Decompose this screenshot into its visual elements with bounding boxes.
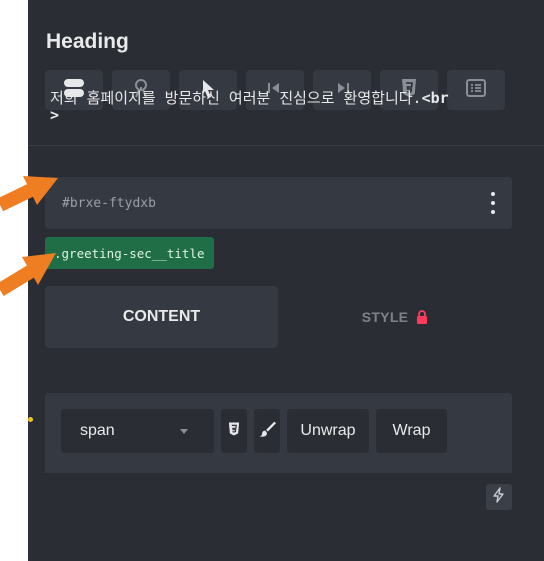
text-body: 저희 홈페이지를 방문하신 여러분 진심으로 환영합니다. xyxy=(50,89,422,107)
element-panel: Heading #brxe-ftydxb .greeting-sec__titl… xyxy=(28,0,544,561)
modified-indicator xyxy=(28,417,33,422)
element-id-field[interactable]: #brxe-ftydxb xyxy=(45,177,512,229)
css-class-tag[interactable]: .greeting-sec__title xyxy=(45,237,214,269)
structure-button[interactable] xyxy=(447,70,505,110)
lightning-icon xyxy=(491,486,507,508)
panel-tabs: CONTENT STYLE xyxy=(45,286,512,348)
css3-icon xyxy=(226,421,242,442)
tab-style[interactable]: STYLE xyxy=(278,286,512,348)
divider xyxy=(28,145,544,146)
tab-content[interactable]: CONTENT xyxy=(45,286,278,348)
tag-select[interactable]: span xyxy=(61,409,214,453)
clear-format-button[interactable] xyxy=(254,409,280,453)
brush-icon xyxy=(258,420,276,443)
text-editor: span Unwrap Wrap xyxy=(45,393,512,561)
unwrap-button[interactable]: Unwrap xyxy=(287,409,369,453)
kebab-menu-icon[interactable] xyxy=(490,192,496,214)
text-input-area[interactable] xyxy=(45,473,512,561)
panel-heading: Heading xyxy=(46,30,129,53)
tab-style-label: STYLE xyxy=(361,309,409,325)
wrap-button[interactable]: Wrap xyxy=(376,409,447,453)
tag-select-value: span xyxy=(80,422,115,439)
text-content[interactable]: 저희 홈페이지를 방문하신 여러분 진심으로 환영합니다.<br> xyxy=(50,90,450,124)
dynamic-data-button[interactable] xyxy=(486,484,512,510)
element-id-text: #brxe-ftydxb xyxy=(62,195,156,211)
list-icon xyxy=(465,77,487,104)
editor-toolbar: span Unwrap Wrap xyxy=(61,409,447,453)
css-class-button[interactable] xyxy=(221,409,247,453)
lock-icon xyxy=(416,310,428,324)
chevron-down-icon xyxy=(180,428,188,434)
